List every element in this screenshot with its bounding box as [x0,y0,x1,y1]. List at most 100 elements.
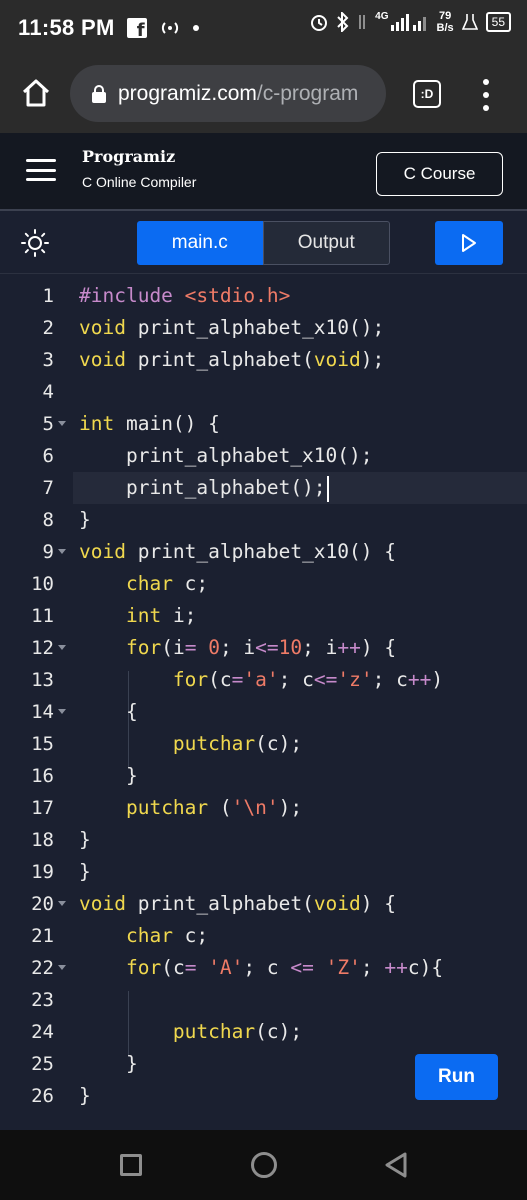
code-text: } [79,764,138,787]
code-line[interactable]: 22 for(c= 'A'; c <= 'Z'; ++c){ [0,952,527,984]
line-number: 26 [31,1085,54,1107]
line-number: 16 [31,765,54,787]
fold-arrow-icon[interactable] [58,421,66,426]
run-play-button[interactable] [435,221,503,265]
code-line[interactable]: 14 { [0,696,527,728]
line-number: 6 [42,445,54,467]
line-number: 3 [42,349,54,371]
play-icon [462,234,476,252]
programiz-logo: Programiz [82,147,176,166]
site-header: Programiz C Online Compiler C Course [0,133,527,209]
tab-main-c[interactable]: main.c [137,221,263,265]
code-line[interactable]: 13 for(c='a'; c<='z'; c++) [0,664,527,696]
editor-tabs: main.c Output [137,221,390,265]
line-number: 13 [31,669,54,691]
facebook-icon [126,17,147,41]
hamburger-menu-icon[interactable] [26,159,56,181]
line-number: 18 [31,829,54,851]
code-line[interactable]: 11 int i; [0,600,527,632]
line-number: 25 [31,1053,54,1075]
code-line[interactable]: 23 [0,984,527,1016]
code-line[interactable]: 19} [0,856,527,888]
code-line[interactable]: 21 char c; [0,920,527,952]
code-line[interactable]: 5 int main() { [0,408,527,440]
browser-menu-icon[interactable] [478,79,494,111]
theme-toggle-sun-icon[interactable] [20,228,50,258]
status-bar: 11:58 PM 4G 79 [0,0,527,55]
code-line[interactable]: 10 char c; [0,568,527,600]
line-number: 2 [42,317,54,339]
line-number: 4 [42,381,54,403]
home-nav-icon[interactable] [251,1152,277,1178]
line-number: 15 [31,733,54,755]
tab-output[interactable]: Output [262,221,390,265]
line-number: 1 [42,285,54,307]
back-icon[interactable] [384,1152,408,1178]
code-text: void print_alphabet_x10(); [79,316,385,339]
code-text: void print_alphabet_x10() { [79,540,396,563]
code-line[interactable]: 4 [0,376,527,408]
code-text: } [79,828,91,851]
fold-arrow-icon[interactable] [58,645,66,650]
line-number: 22 [31,957,54,979]
code-line[interactable]: 17 putchar ('\n'); [0,792,527,824]
fold-arrow-icon[interactable] [58,549,66,554]
code-text: void print_alphabet(void) { [79,892,397,915]
code-line[interactable]: 20 void print_alphabet(void) { [0,888,527,920]
line-number: 17 [31,797,54,819]
data-transfer-icon [359,15,366,29]
line-number: 11 [31,605,54,627]
code-line[interactable]: 9 void print_alphabet_x10() { [0,536,527,568]
code-editor[interactable]: 1 #include <stdio.h> 2 void print_alphabet_… [0,275,527,1130]
line-number: 19 [31,861,54,883]
code-text: } [79,860,91,883]
line-number: 8 [42,509,54,531]
code-line[interactable]: 6 print_alphabet_x10(); [0,440,527,472]
fold-arrow-icon[interactable] [58,965,66,970]
c-course-button[interactable]: C Course [376,152,503,196]
net-speed: 79 B/s [437,10,454,34]
url-domain: programiz.com [118,81,257,105]
code-line[interactable]: 1 #include <stdio.h> [0,280,527,312]
code-line[interactable]: 3 void print_alphabet(void); [0,344,527,376]
code-line[interactable]: 8} [0,504,527,536]
code-line[interactable]: 12 for(i= 0; i<=10; i++) { [0,632,527,664]
recent-apps-icon[interactable] [120,1154,142,1176]
run-button[interactable]: Run [415,1054,498,1100]
code-text: char c; [125,572,209,595]
fold-arrow-icon[interactable] [58,901,66,906]
code-text: #include <stdio.h> [79,284,291,307]
code-text: } [79,1052,138,1075]
browser-toolbar: programiz.com/c-programi :D [0,55,527,133]
net-speed-unit: B/s [436,22,454,34]
line-number: 12 [31,637,54,659]
tab-switcher-button[interactable]: :D [413,80,441,108]
net-speed-value: 79 [438,10,452,22]
status-right-icons: 4G 79 B/s 55 [309,10,511,34]
line-number: 14 [31,701,54,723]
code-text: int i; [125,604,197,627]
fold-arrow-icon[interactable] [58,709,66,714]
code-text: for(c= 'A'; c <= 'Z'; ++c){ [125,956,444,979]
code-text: putchar(c); [172,732,303,755]
home-icon[interactable] [20,77,52,109]
code-line[interactable]: 15 putchar(c); [0,728,527,760]
code-line[interactable]: 24 putchar(c); [0,1016,527,1048]
code-line[interactable]: 16 } [0,760,527,792]
code-text: void print_alphabet(void); [79,348,385,371]
code-text: putchar(c); [172,1020,303,1043]
line-number: 21 [31,925,54,947]
code-line[interactable]: 7 print_alphabet(); [43,472,527,504]
text-cursor [326,475,329,502]
page-subtitle: C Online Compiler [82,174,197,190]
bluetooth-icon [337,12,349,32]
network-type: 4G [375,10,389,22]
address-bar[interactable]: programiz.com/c-programi [70,65,386,122]
code-text: print_alphabet_x10(); [79,444,373,467]
lab-icon [461,14,478,30]
line-number: 10 [31,573,54,595]
code-line[interactable]: 18} [0,824,527,856]
brand[interactable]: Programiz C Online Compiler [82,147,196,190]
code-line[interactable]: 2 void print_alphabet_x10(); [0,312,527,344]
url-text[interactable]: programiz.com/c-programi [118,82,358,106]
